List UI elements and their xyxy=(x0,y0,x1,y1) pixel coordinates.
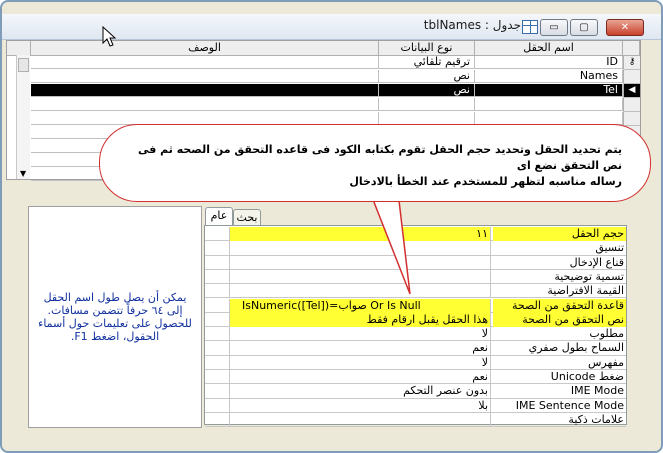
property-name: مفهرس xyxy=(587,355,624,369)
property-name: قناع الإدخال xyxy=(569,255,624,269)
minimize-button[interactable]: ▭ xyxy=(540,19,568,36)
mouse-cursor-icon xyxy=(102,26,117,47)
maximize-button[interactable]: ▢ xyxy=(570,19,598,36)
data-type-cell[interactable] xyxy=(379,98,475,111)
table-row[interactable] xyxy=(7,98,640,112)
property-row[interactable]: علامات ذكية xyxy=(205,412,626,428)
property-row[interactable]: لا مطلوب xyxy=(205,327,626,342)
scroll-thumb[interactable] xyxy=(18,58,29,72)
property-value[interactable]: نعم xyxy=(229,370,491,385)
header-field-name: اسم الحقل xyxy=(475,41,623,56)
field-name-cell[interactable]: ID xyxy=(475,56,623,69)
balloon-pointer xyxy=(368,191,411,295)
callout-balloon: يتم تحديد الحقل وتحديد حجم الحقل تقوم بك… xyxy=(99,124,651,202)
field-name-cell[interactable]: Tel xyxy=(475,84,623,97)
property-value[interactable]: IsNumeric([Tel])=صواب Or Is Null xyxy=(229,298,491,313)
header-data-type: نوع البيانات xyxy=(379,41,475,56)
primary-key-icon[interactable]: ⚷ xyxy=(623,56,640,70)
help-panel: يمكن أن يصل طول اسم الحقل إلى ٦٤ حرفاً ت… xyxy=(28,206,202,428)
data-type-cell[interactable]: نص xyxy=(379,70,475,83)
window-title: جدول : tblNames xyxy=(423,18,521,32)
property-value[interactable] xyxy=(229,412,491,428)
data-type-cell[interactable]: نص xyxy=(379,84,475,97)
property-row[interactable]: IsNumeric([Tel])=صواب Or Is Null قاعدة ال… xyxy=(205,298,626,313)
property-value[interactable]: هذا الحقل يقبل ارقام فقط xyxy=(229,312,491,328)
description-cell[interactable] xyxy=(31,70,379,83)
property-name: علامات ذكية xyxy=(568,412,624,426)
property-row[interactable]: نعم ضغط Unicode xyxy=(205,370,626,385)
property-name: ضغط Unicode xyxy=(550,370,624,383)
field-name-cell[interactable]: Names xyxy=(475,70,623,83)
property-value[interactable]: بلا xyxy=(229,398,491,413)
table-icon xyxy=(522,20,538,34)
row-selector[interactable] xyxy=(623,98,640,112)
table-row[interactable]: ترقيم تلقائي ID ⚷ xyxy=(7,56,640,70)
header-description: الوصف xyxy=(31,41,379,56)
property-name: قاعدة التحقق من الصحة xyxy=(493,298,626,313)
property-name: القيمة الافتراضية xyxy=(547,284,624,298)
description-cell[interactable] xyxy=(31,98,379,111)
property-name: نص التحقق من الصحة xyxy=(493,312,626,328)
property-name: IME Sentence Mode xyxy=(515,398,624,412)
close-button[interactable]: ✕ xyxy=(606,19,644,36)
property-name: حجم الحقل xyxy=(493,227,626,242)
header-row-selector xyxy=(623,41,640,56)
data-type-cell[interactable]: ترقيم تلقائي xyxy=(379,56,475,69)
property-value[interactable]: بدون عنصر التحكم xyxy=(229,384,491,399)
title-bar[interactable]: ✕ ▢ ▭ جدول : tblNames xyxy=(2,14,661,40)
help-text: يمكن أن يصل طول اسم الحقل إلى ٦٤ حرفاً ت… xyxy=(38,291,192,343)
current-row-arrow-icon[interactable]: ◀ xyxy=(623,84,640,98)
grid-corner xyxy=(7,41,31,56)
property-row[interactable]: بدون عنصر التحكم IME Mode xyxy=(205,384,626,399)
grid-scrollbar[interactable]: ▼ xyxy=(16,55,30,179)
property-row[interactable]: لا مفهرس xyxy=(205,355,626,370)
property-row[interactable]: نعم السماح بطول صفري xyxy=(205,341,626,356)
property-value[interactable]: لا xyxy=(229,327,491,342)
property-name: تسمية توضيحية xyxy=(554,269,624,283)
property-name: مطلوب xyxy=(589,327,624,341)
description-cell[interactable] xyxy=(31,84,379,97)
property-name: IME Mode xyxy=(570,384,624,398)
row-selector[interactable] xyxy=(623,70,640,84)
property-value[interactable]: نعم xyxy=(229,341,491,356)
property-value[interactable]: لا xyxy=(229,355,491,370)
property-row[interactable]: بلا IME Sentence Mode xyxy=(205,398,626,413)
callout-line-1: يتم تحديد الحقل وتحديد حجم الحقل تقوم بك… xyxy=(137,143,622,172)
row-selector[interactable] xyxy=(623,112,640,126)
callout-line-2: رساله مناسبه لتظهر للمستخدم عند الخطأ با… xyxy=(349,175,622,188)
description-cell[interactable] xyxy=(31,56,379,69)
callout-text: يتم تحديد الحقل وتحديد حجم الحقل تقوم بك… xyxy=(122,142,622,190)
property-name: السماح بطول صفري xyxy=(528,341,624,355)
scroll-down-icon[interactable]: ▼ xyxy=(20,169,26,178)
table-row[interactable]: نص Names xyxy=(7,70,640,84)
field-name-cell[interactable] xyxy=(475,98,623,111)
table-row[interactable]: نص Tel ◀ xyxy=(7,84,640,98)
table-design-window: ✕ ▢ ▭ جدول : tblNames الوصف نوع البيانات… xyxy=(0,0,663,453)
property-name: تنسيق xyxy=(595,241,624,255)
property-row[interactable]: هذا الحقل يقبل ارقام فقط نص التحقق من الص… xyxy=(205,312,626,328)
